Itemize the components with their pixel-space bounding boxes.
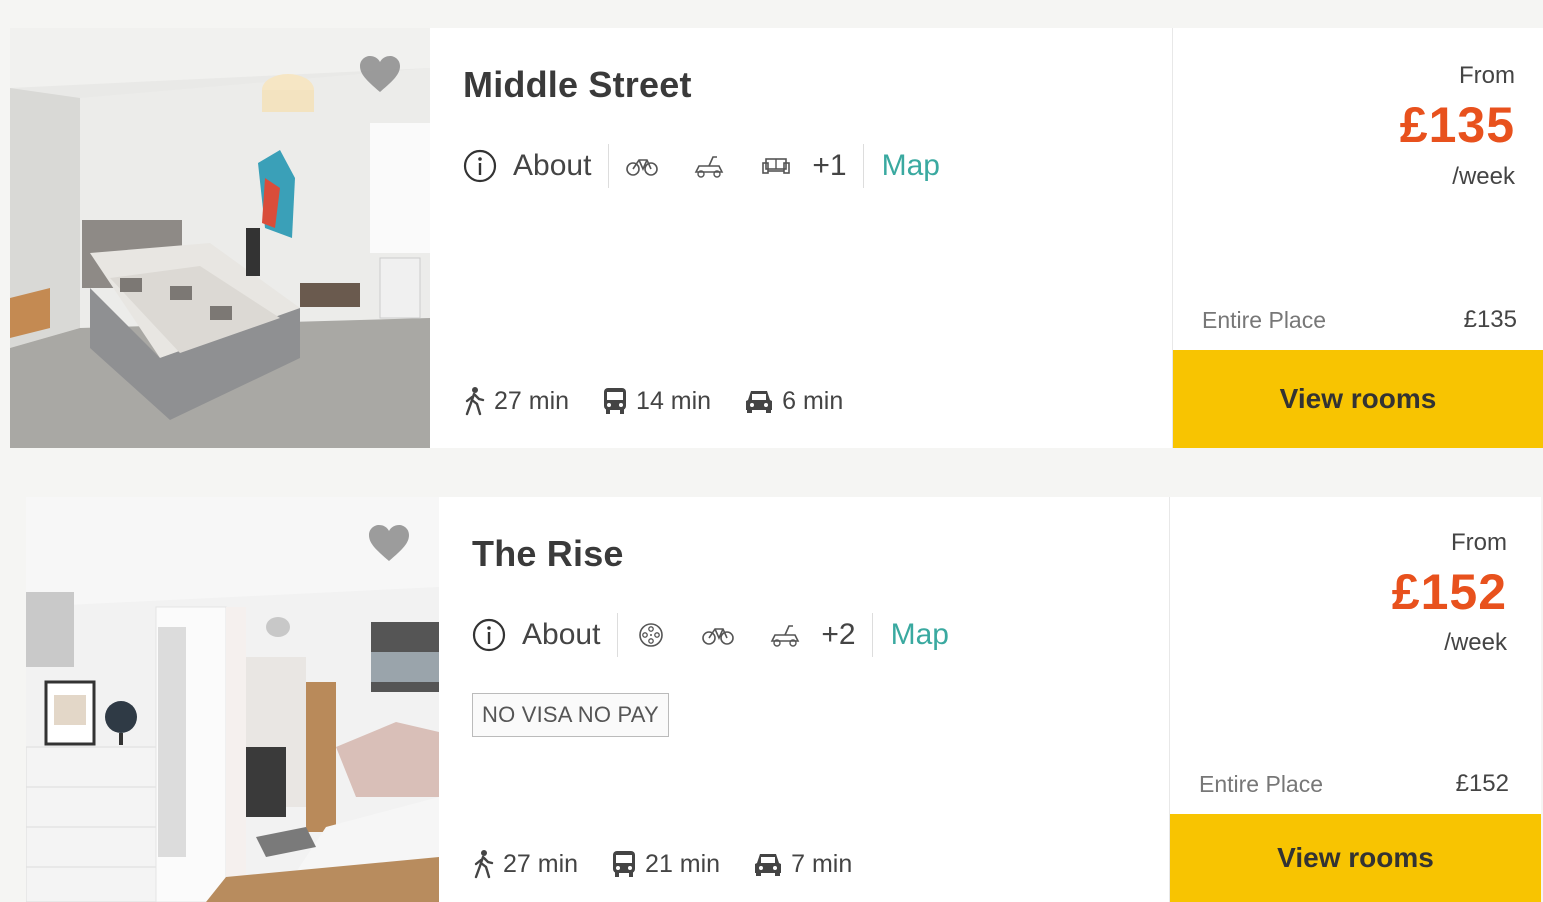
price-value: £135 xyxy=(1399,97,1515,153)
view-rooms-button[interactable]: View rooms xyxy=(1173,350,1543,448)
about-label: About xyxy=(522,618,601,651)
room-option: Entire Place £152 xyxy=(1199,770,1509,798)
price-panel: From £135 /week Entire Place £135 View r… xyxy=(1172,28,1543,448)
listing-info: The Rise About +2 Map NO VISA NO PAY 27 … xyxy=(439,497,1169,902)
bus-time-text: 14 min xyxy=(636,386,712,415)
listing-title[interactable]: Middle Street xyxy=(463,64,1172,106)
map-link[interactable]: Map xyxy=(891,618,949,652)
feature-row: About +1 Map xyxy=(463,144,1172,188)
tricycle-icon xyxy=(692,151,726,181)
room-price: £152 xyxy=(1455,770,1509,797)
bus-time: 14 min xyxy=(603,387,711,416)
no-visa-no-pay-badge: NO VISA NO PAY xyxy=(472,693,669,737)
sofa-icon xyxy=(759,151,793,181)
film-reel-icon xyxy=(634,620,668,650)
about-link[interactable]: About xyxy=(463,144,610,188)
view-rooms-button[interactable]: View rooms xyxy=(1170,814,1541,902)
from-label: From xyxy=(1451,529,1507,556)
listing-photo[interactable] xyxy=(10,28,430,448)
room-option: Entire Place £135 xyxy=(1202,306,1517,334)
room-type: Entire Place xyxy=(1202,306,1327,333)
listing-info: Middle Street About +1 Map 27 min 14 min… xyxy=(430,28,1172,448)
car-time-text: 6 min xyxy=(782,386,844,415)
map-link[interactable]: Map xyxy=(882,149,940,183)
walk-time-text: 27 min xyxy=(503,849,579,878)
walk-icon xyxy=(474,850,494,879)
bicycle-icon xyxy=(625,151,659,181)
walk-time: 27 min xyxy=(472,849,578,879)
info-icon xyxy=(472,618,506,652)
favorite-heart-icon[interactable] xyxy=(358,54,402,94)
walk-time-text: 27 min xyxy=(494,386,570,415)
feature-row: About +2 Map xyxy=(472,613,1169,657)
about-link[interactable]: About xyxy=(472,613,619,657)
listing-photo[interactable] xyxy=(26,497,439,902)
more-features[interactable]: +1 xyxy=(812,144,864,188)
from-label: From xyxy=(1459,62,1515,89)
tricycle-icon xyxy=(768,620,802,650)
walk-icon xyxy=(465,387,485,416)
travel-times: 27 min 14 min 6 min xyxy=(463,386,877,416)
about-label: About xyxy=(513,149,592,182)
bus-icon xyxy=(613,851,636,877)
bus-icon xyxy=(604,388,627,414)
walk-time: 27 min xyxy=(463,386,569,416)
car-time-text: 7 min xyxy=(791,849,853,878)
listing-card: Middle Street About +1 Map 27 min 14 min… xyxy=(10,28,1543,448)
price-panel: From £152 /week Entire Place £152 View r… xyxy=(1169,497,1541,902)
listing-card: The Rise About +2 Map NO VISA NO PAY 27 … xyxy=(26,497,1541,902)
room-type: Entire Place xyxy=(1199,770,1324,797)
car-time: 7 min xyxy=(754,850,852,879)
per-week-label: /week xyxy=(1452,163,1515,190)
car-time: 6 min xyxy=(745,387,843,416)
bus-time: 21 min xyxy=(612,850,720,879)
price-value: £152 xyxy=(1391,564,1507,620)
bicycle-icon xyxy=(701,620,735,650)
room-price: £135 xyxy=(1463,306,1517,333)
info-icon xyxy=(463,149,497,183)
listing-title[interactable]: The Rise xyxy=(472,533,1169,575)
car-icon xyxy=(755,854,782,876)
favorite-heart-icon[interactable] xyxy=(367,523,411,563)
more-features[interactable]: +2 xyxy=(821,613,873,657)
bus-time-text: 21 min xyxy=(645,849,721,878)
per-week-label: /week xyxy=(1444,629,1507,656)
travel-times: 27 min 21 min 7 min xyxy=(472,849,886,879)
car-icon xyxy=(746,391,773,413)
